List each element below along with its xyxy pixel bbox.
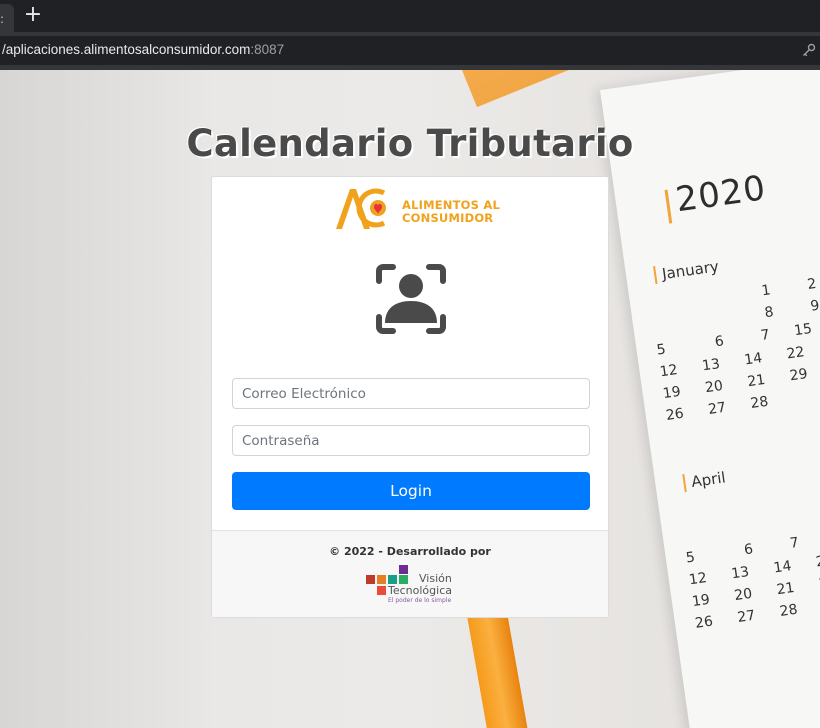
password-field[interactable] bbox=[232, 425, 590, 456]
browser-tab-bar: : + bbox=[0, 0, 820, 32]
page-title: Calendario Tributario bbox=[186, 122, 634, 165]
vision-tecnologica-logo[interactable]: Visión Tecnológica El poder de lo simple bbox=[366, 564, 458, 608]
calendar-month-bar bbox=[682, 474, 687, 493]
tab-menu-icon: : bbox=[0, 12, 5, 26]
page-viewport: 2020 January 1 2 3 4 8 9 10 11 5 6 7 15 … bbox=[0, 70, 820, 728]
calendar-year-bar bbox=[664, 189, 673, 224]
calendar-month-bar bbox=[653, 266, 658, 285]
address-bar-url: /aplicaciones.alimentosalconsumidor.com:… bbox=[2, 42, 284, 57]
vt-tagline: El poder de lo simple bbox=[388, 597, 452, 604]
login-card: ALIMENTOS AL CONSUMIDOR Login © 2022 - D… bbox=[211, 176, 609, 618]
browser-toolbar: /aplicaciones.alimentosalconsumidor.com:… bbox=[0, 32, 820, 70]
brand-logo: ALIMENTOS AL CONSUMIDOR bbox=[332, 183, 500, 233]
footer-credit: © 2022 - Desarrollado por bbox=[329, 545, 491, 558]
vt-line2: Tecnológica bbox=[388, 584, 452, 597]
card-footer: © 2022 - Desarrollado por Visión Tecnoló… bbox=[212, 530, 608, 617]
address-bar[interactable]: /aplicaciones.alimentosalconsumidor.com:… bbox=[0, 36, 820, 65]
background-pencil bbox=[466, 603, 530, 728]
calendar-month-january: January bbox=[660, 257, 720, 284]
brand-logo-text: ALIMENTOS AL CONSUMIDOR bbox=[402, 199, 500, 225]
brand-logo-mark bbox=[336, 188, 386, 229]
url-host: /aplicaciones.alimentosalconsumidor.com bbox=[2, 42, 251, 57]
background-calendar: 2020 January 1 2 3 4 8 9 10 11 5 6 7 15 … bbox=[600, 70, 820, 728]
calendar-month-april: April bbox=[690, 468, 727, 491]
key-icon[interactable] bbox=[802, 43, 816, 57]
browser-tab[interactable]: : bbox=[0, 4, 14, 32]
login-button[interactable]: Login bbox=[232, 472, 590, 510]
url-port: :8087 bbox=[250, 42, 285, 57]
calendar-year: 2020 bbox=[673, 168, 769, 221]
background-shade bbox=[0, 70, 220, 728]
face-scan-user-icon bbox=[376, 264, 446, 334]
new-tab-button[interactable]: + bbox=[22, 3, 44, 27]
brand-logo-line2: CONSUMIDOR bbox=[402, 211, 494, 225]
email-field[interactable] bbox=[232, 378, 590, 409]
